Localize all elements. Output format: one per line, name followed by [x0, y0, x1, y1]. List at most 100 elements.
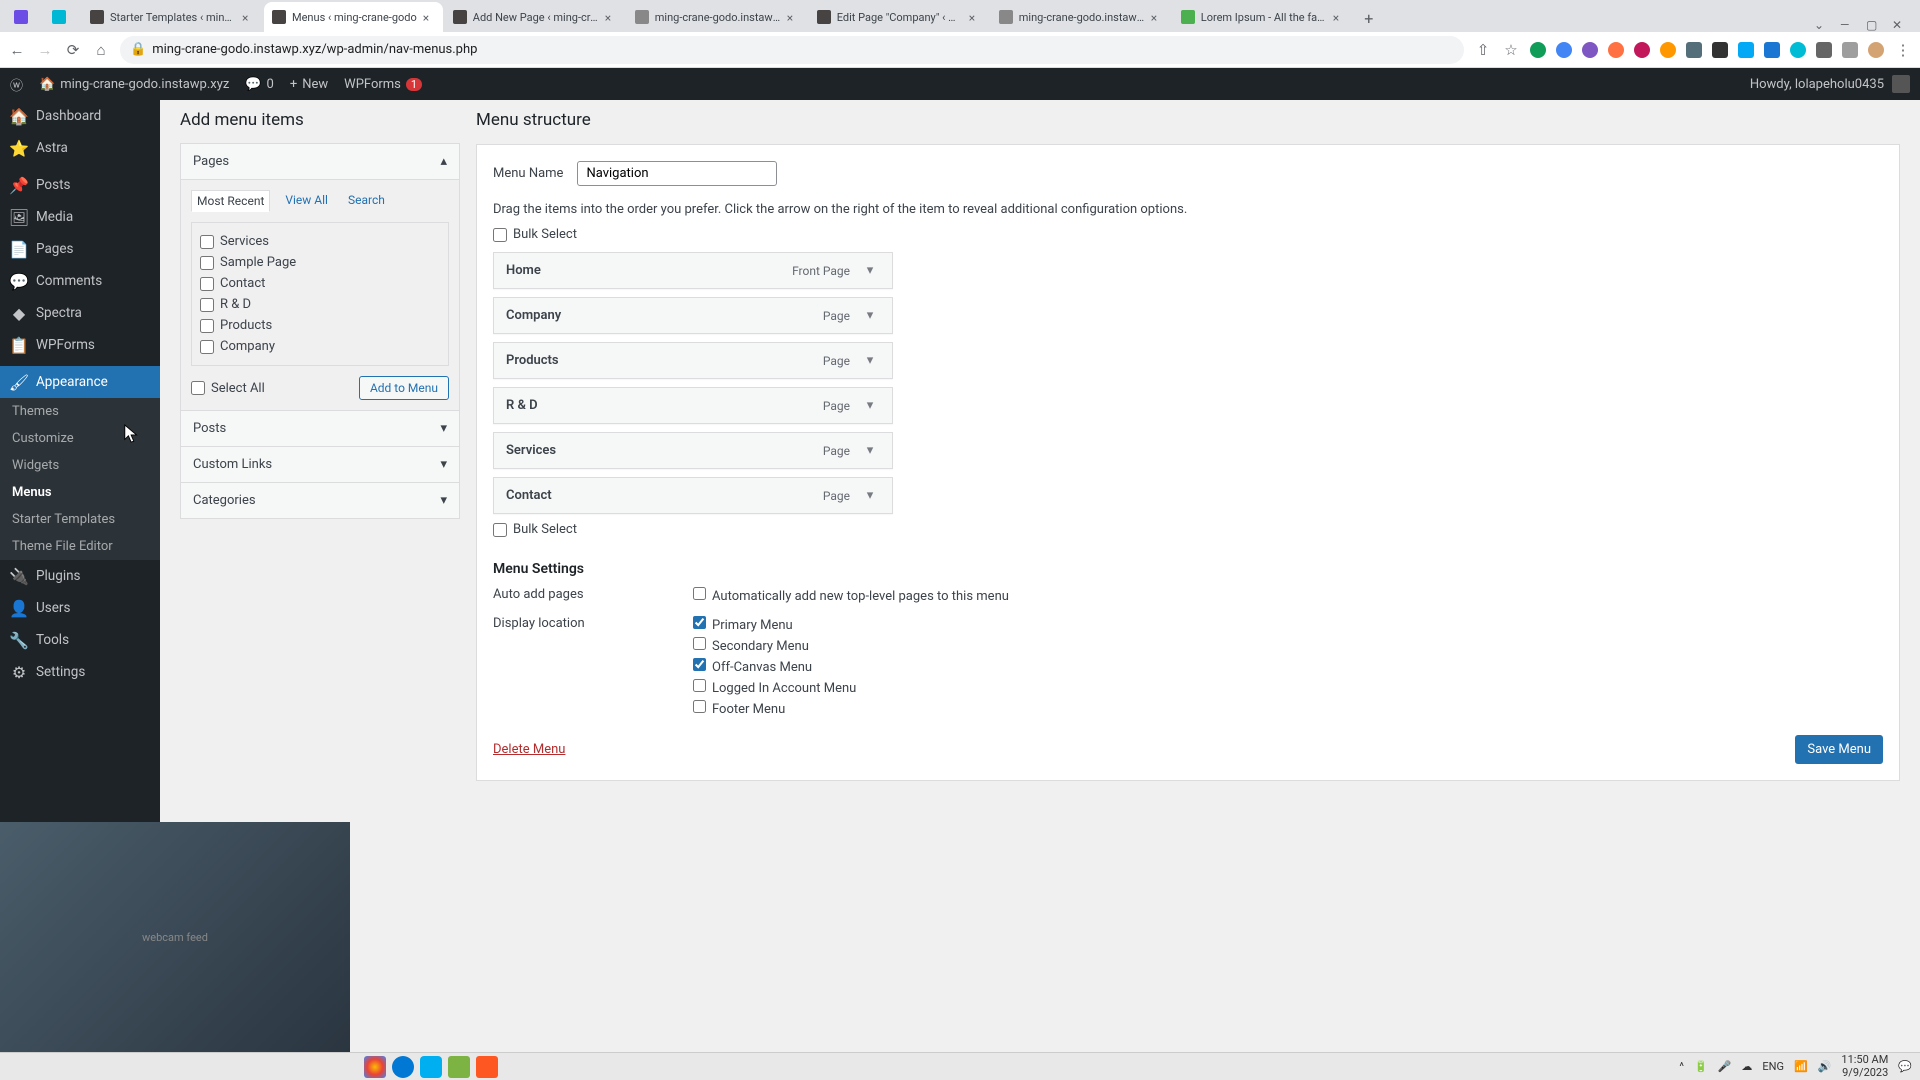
page-checkbox[interactable]: R & D [200, 294, 440, 315]
select-all-checkbox[interactable]: Select All [191, 378, 265, 399]
home-icon[interactable]: ⌂ [92, 41, 110, 59]
avatar-icon[interactable] [1868, 42, 1884, 58]
add-to-menu-button[interactable]: Add to Menu [359, 376, 449, 400]
ext-icon[interactable] [1738, 42, 1754, 58]
taskbar-icon[interactable] [364, 1056, 386, 1078]
browser-tab[interactable] [44, 2, 80, 32]
location-checkbox[interactable]: Primary Menu [693, 616, 856, 633]
tray-chevron-icon[interactable]: ^ [1679, 1060, 1684, 1073]
taskbar-icon[interactable] [420, 1056, 442, 1078]
chevron-down-icon[interactable]: ⌄ [1814, 18, 1828, 32]
share-icon[interactable]: ⇧ [1474, 41, 1492, 59]
browser-tab[interactable]: Menus ‹ ming-crane-godo× [264, 2, 443, 32]
browser-tab[interactable]: Edit Page "Company" ‹ ming× [809, 2, 989, 32]
pages-accordion[interactable]: Pages ▴ [180, 143, 460, 180]
star-icon[interactable]: ☆ [1502, 41, 1520, 59]
browser-tab[interactable]: Add New Page ‹ ming-cran× [445, 2, 625, 32]
bulk-select-bottom[interactable]: Bulk Select [493, 522, 1883, 537]
browser-tab[interactable]: ming-crane-godo.instawp.xyz× [991, 2, 1171, 32]
close-icon[interactable]: × [1333, 11, 1345, 23]
browser-tab[interactable]: ming-crane-godo.instawp.xyz× [627, 2, 807, 32]
tray-lang[interactable]: ENG [1762, 1060, 1784, 1073]
categories-accordion[interactable]: Categories ▾ [180, 482, 460, 519]
wp-logo-icon[interactable]: ⓦ [10, 75, 23, 94]
chevron-down-icon[interactable]: ▾ [860, 263, 880, 278]
chevron-down-icon[interactable]: ▾ [860, 488, 880, 503]
tray-icon[interactable]: ☁ [1741, 1060, 1752, 1073]
sidebar-sub-theme-file-editor[interactable]: Theme File Editor [0, 533, 160, 560]
ext-icon[interactable] [1842, 42, 1858, 58]
new-link[interactable]: + New [290, 77, 328, 92]
sidebar-item-plugins[interactable]: 🔌Plugins [0, 560, 160, 592]
howdy-link[interactable]: Howdy, lolapeholu0435 [1750, 75, 1910, 93]
sidebar-sub-themes[interactable]: Themes [0, 398, 160, 425]
ext-icon[interactable] [1816, 42, 1832, 58]
tray-icon[interactable]: 🔊 [1818, 1060, 1832, 1073]
back-icon[interactable]: ← [8, 41, 26, 59]
sidebar-item-appearance[interactable]: 🖌Appearance [0, 366, 160, 398]
sidebar-item-dashboard[interactable]: 🏠Dashboard [0, 100, 160, 132]
sidebar-item-settings[interactable]: ⚙Settings [0, 656, 160, 688]
close-icon[interactable]: ✕ [1892, 18, 1906, 32]
tray-clock[interactable]: 11:50 AM9/9/2023 [1841, 1054, 1888, 1078]
location-checkbox[interactable]: Secondary Menu [693, 637, 856, 654]
site-link[interactable]: 🏠 ming-crane-godo.instawp.xyz [39, 77, 229, 92]
menu-item[interactable]: ProductsPage▾ [493, 342, 893, 379]
forward-icon[interactable]: → [36, 41, 54, 59]
close-icon[interactable]: × [969, 11, 981, 23]
chevron-down-icon[interactable]: ▾ [860, 308, 880, 323]
sidebar-sub-starter-templates[interactable]: Starter Templates [0, 506, 160, 533]
ext-icon[interactable] [1634, 42, 1650, 58]
location-checkbox[interactable]: Logged In Account Menu [693, 679, 856, 696]
sidebar-item-media[interactable]: 🖼Media [0, 201, 160, 233]
url-input[interactable]: 🔒 ming-crane-godo.instawp.xyz/wp-admin/n… [120, 36, 1464, 64]
close-icon[interactable]: × [242, 11, 254, 23]
close-icon[interactable]: × [605, 11, 617, 23]
tray-icon[interactable]: 📶 [1794, 1060, 1808, 1073]
wpforms-link[interactable]: WPForms 1 [344, 77, 422, 92]
sidebar-item-pages[interactable]: 📄Pages [0, 233, 160, 265]
browser-tab[interactable] [6, 2, 42, 32]
taskbar-icon[interactable] [392, 1056, 414, 1078]
taskbar-icon[interactable] [476, 1056, 498, 1078]
sidebar-item-spectra[interactable]: ◆Spectra [0, 297, 160, 329]
ext-icon[interactable] [1582, 42, 1598, 58]
sidebar-item-posts[interactable]: 📌Posts [0, 169, 160, 201]
pages-tab[interactable]: View All [280, 190, 333, 212]
menu-item[interactable]: ContactPage▾ [493, 477, 893, 514]
location-checkbox[interactable]: Off-Canvas Menu [693, 658, 856, 675]
ext-icon[interactable] [1660, 42, 1676, 58]
menu-item[interactable]: HomeFront Page▾ [493, 252, 893, 289]
menu-item[interactable]: ServicesPage▾ [493, 432, 893, 469]
sidebar-sub-customize[interactable]: Customize [0, 425, 160, 452]
pages-tab[interactable]: Most Recent [191, 190, 270, 212]
bulk-select-top[interactable]: Bulk Select [493, 227, 1883, 242]
maximize-icon[interactable]: ▢ [1866, 18, 1880, 32]
browser-tab[interactable]: Starter Templates ‹ ming-cran× [82, 2, 262, 32]
menu-item[interactable]: CompanyPage▾ [493, 297, 893, 334]
custom-links-accordion[interactable]: Custom Links ▾ [180, 446, 460, 483]
reload-icon[interactable]: ⟳ [64, 41, 82, 59]
sidebar-item-users[interactable]: 👤Users [0, 592, 160, 624]
page-checkbox[interactable]: Sample Page [200, 252, 440, 273]
ext-icon[interactable] [1764, 42, 1780, 58]
chevron-down-icon[interactable]: ▾ [860, 353, 880, 368]
sidebar-item-comments[interactable]: 💬Comments [0, 265, 160, 297]
ext-icon[interactable] [1686, 42, 1702, 58]
tray-icon[interactable]: 🎤 [1718, 1060, 1732, 1073]
close-icon[interactable]: × [423, 11, 435, 23]
chevron-down-icon[interactable]: ▾ [860, 398, 880, 413]
sidebar-sub-menus[interactable]: Menus [0, 479, 160, 506]
tray-icon[interactable]: 🔋 [1694, 1060, 1708, 1073]
delete-menu-link[interactable]: Delete Menu [493, 742, 565, 757]
sidebar-item-tools[interactable]: 🔧Tools [0, 624, 160, 656]
minimize-icon[interactable]: — [1840, 18, 1854, 32]
taskbar-icon[interactable] [448, 1056, 470, 1078]
page-checkbox[interactable]: Services [200, 231, 440, 252]
ext-icon[interactable] [1790, 42, 1806, 58]
close-icon[interactable]: × [1151, 11, 1163, 23]
tray-notif-icon[interactable]: 💬 [1898, 1060, 1912, 1073]
ext-icon[interactable] [1712, 42, 1728, 58]
page-checkbox[interactable]: Contact [200, 273, 440, 294]
location-checkbox[interactable]: Footer Menu [693, 700, 856, 717]
